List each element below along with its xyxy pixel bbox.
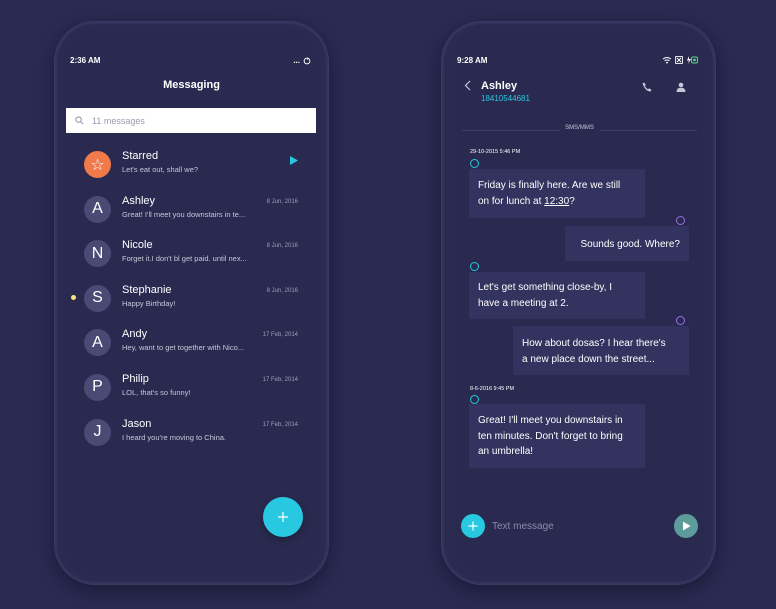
- message-bubble-incoming[interactable]: Let's get something close-by, I have a m…: [469, 272, 645, 319]
- conversation-item-andy[interactable]: A Andy Hey, want to get together with Ni…: [63, 327, 320, 372]
- incoming-marker-icon: [470, 395, 479, 404]
- conversation-date: 17 Feb, 2014: [262, 332, 298, 339]
- conversation-name: Philip: [122, 372, 149, 385]
- back-icon[interactable]: [464, 80, 471, 91]
- message-text: on for lunch at: [478, 195, 545, 207]
- conversation-name: Ashley: [122, 194, 156, 207]
- status-icons: ...: [293, 56, 311, 65]
- conversation-date: 17 Feb, 2014: [262, 376, 298, 383]
- conversation-name: Nicole: [122, 239, 153, 252]
- conversation-name: Stephanie: [122, 283, 172, 296]
- send-button[interactable]: [674, 514, 698, 538]
- outgoing-marker-icon: [676, 216, 685, 225]
- conversation-name: Jason: [122, 417, 152, 430]
- conversation-date: 8 Jun, 2016: [266, 198, 298, 205]
- no-sim-icon: [675, 56, 683, 64]
- conversation-date: 8 Jun, 2016: [266, 243, 298, 250]
- message-bubble-incoming[interactable]: Friday is finally here. Are we still on …: [469, 169, 645, 218]
- sms-divider: SMS/MMS: [462, 125, 697, 135]
- wifi-icon: [662, 57, 672, 64]
- message-input[interactable]: [492, 519, 642, 533]
- message-timestamp: 8-6-2016 9:45 PM: [470, 386, 515, 392]
- conversation-item-ashley[interactable]: A Ashley Great! I'll meet you downstairs…: [63, 194, 320, 239]
- time-link[interactable]: 12:30: [544, 196, 569, 207]
- conversation-date: 17 Feb, 2014: [262, 421, 298, 428]
- avatar: S: [84, 284, 111, 312]
- conversation-name: Starred: [122, 150, 159, 162]
- plus-icon: [278, 512, 288, 522]
- send-icon: [682, 521, 690, 531]
- message-bubble-incoming[interactable]: Great! I'll meet you downstairs in ten m…: [469, 404, 645, 468]
- search-icon: [75, 116, 84, 125]
- conversation-item-nicole[interactable]: N Nicole Forget it.I don't bl get paid. …: [63, 238, 320, 283]
- conversation-item-starred[interactable]: ☆ Starred Let's eat out, shall we?: [63, 149, 320, 194]
- incoming-marker-icon: [470, 159, 479, 168]
- divider-label: SMS/MMS: [559, 125, 600, 131]
- message-text: ?: [569, 195, 575, 207]
- phone-messaging-list: 2:36 AM ... Messaging ☆ Starred Let's ea…: [55, 22, 328, 584]
- conversation-preview: Happy Birthday!: [122, 298, 176, 308]
- contact-info-icon[interactable]: [676, 82, 686, 92]
- new-message-button[interactable]: [263, 497, 303, 537]
- conversation-item-jason[interactable]: J Jason I heard you're moving to China. …: [63, 417, 320, 462]
- message-text-line: a new place down the street...: [522, 353, 655, 365]
- conversation-item-stephanie[interactable]: S Stephanie Happy Birthday! 8 Jun, 2016: [63, 283, 320, 328]
- phone-conversation: 9:28 AM Ashley 18410544681 SMS/MMS 29-10…: [442, 22, 715, 584]
- message-text-line: on for lunch at 12:30?: [478, 194, 636, 210]
- message-text-line: Friday is finally here. Are we still: [478, 180, 621, 191]
- message-text-line: Great! I'll meet you downstairs in: [478, 415, 623, 426]
- avatar: N: [84, 240, 111, 268]
- outgoing-marker-icon: [676, 316, 685, 325]
- battery-charging-icon: [687, 56, 698, 64]
- status-bar: 2:36 AM ...: [70, 56, 311, 70]
- page-title: Messaging: [163, 79, 220, 91]
- message-text-line: an umbrella!: [478, 446, 534, 457]
- contact-number: 18410544681: [481, 94, 530, 103]
- search-input[interactable]: [92, 115, 292, 126]
- conversation-preview: LOL, that's so funny!: [122, 387, 191, 397]
- sync-icon: [303, 56, 311, 64]
- chat-header: Ashley 18410544681: [450, 78, 707, 108]
- message-timestamp: 29-10-2015 5:46 PM: [470, 149, 521, 155]
- status-overflow: ...: [293, 56, 300, 65]
- status-time: 9:28 AM: [457, 56, 488, 65]
- status-bar: 9:28 AM: [457, 56, 698, 70]
- message-text-line: have a meeting at 2.: [478, 297, 569, 309]
- message-bubble-outgoing[interactable]: Sounds good. Where?: [565, 226, 689, 261]
- message-bubble-outgoing[interactable]: How about dosas? I hear there's a new pl…: [513, 326, 689, 375]
- avatar: A: [84, 329, 111, 357]
- message-composer: [450, 511, 707, 541]
- search-bar[interactable]: [66, 108, 316, 133]
- avatar: J: [84, 418, 111, 446]
- screen: 9:28 AM Ashley 18410544681 SMS/MMS 29-10…: [450, 30, 707, 576]
- conversation-preview: Let's eat out, shall we?: [122, 165, 199, 174]
- attach-button[interactable]: [461, 514, 485, 538]
- unread-indicator: [71, 294, 76, 300]
- contact-name: Ashley: [481, 80, 518, 92]
- message-text: Sounds good. Where?: [580, 239, 680, 250]
- conversation-preview: I heard you're moving to China.: [122, 432, 226, 442]
- conversation-preview: Hey, want to get together with Nico...: [122, 343, 245, 353]
- avatar: A: [84, 195, 111, 223]
- phone-icon[interactable]: [642, 82, 652, 92]
- message-text-line: Let's get something close-by, I: [478, 282, 613, 293]
- plus-icon: [468, 521, 478, 531]
- status-icons: [662, 56, 698, 64]
- status-time: 2:36 AM: [70, 56, 101, 65]
- conversation-preview: Forget it.I don't bl get paid. until nex…: [122, 254, 247, 264]
- conversation-date: 8 Jun, 2016: [266, 287, 298, 294]
- incoming-marker-icon: [470, 262, 479, 271]
- screen: 2:36 AM ... Messaging ☆ Starred Let's ea…: [63, 30, 320, 576]
- message-text-line: ten minutes. Don't forget to bring: [478, 430, 623, 442]
- message-text-line: How about dosas? I hear there's: [522, 338, 666, 349]
- conversation-preview: Great! I'll meet you downstairs in te...: [122, 209, 246, 219]
- play-icon[interactable]: [290, 156, 298, 165]
- avatar: P: [84, 373, 111, 401]
- star-icon: ☆: [84, 151, 111, 178]
- conversation-name: Andy: [122, 328, 148, 341]
- conversation-list: ☆ Starred Let's eat out, shall we? A Ash…: [63, 149, 320, 461]
- conversation-item-philip[interactable]: P Philip LOL, that's so funny! 17 Feb, 2…: [63, 372, 320, 417]
